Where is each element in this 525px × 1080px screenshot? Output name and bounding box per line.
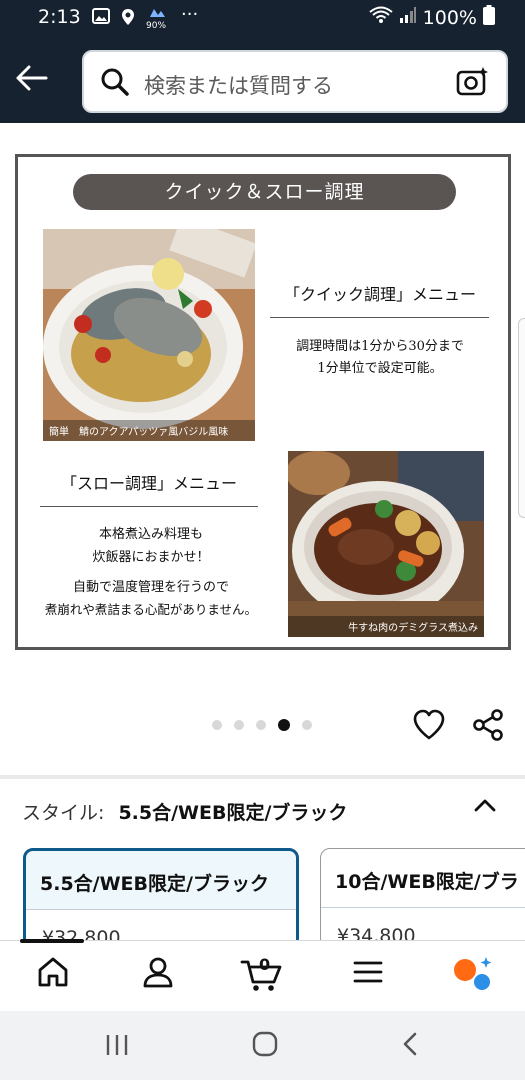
wifi-icon xyxy=(369,6,393,29)
section-divider xyxy=(0,775,525,779)
camera-search-icon[interactable] xyxy=(456,65,490,103)
carousel-dot[interactable] xyxy=(234,720,244,730)
style-selector-row[interactable]: スタイル: 5.5合/WEB限定/ブラック xyxy=(22,798,347,825)
divider xyxy=(270,317,489,318)
divider xyxy=(40,506,258,507)
search-placeholder: 検索または質問する xyxy=(144,74,333,98)
photo1-caption: 簡単 鯖のアクアパッツァ風バジル風味 xyxy=(43,420,255,441)
status-right: 100% xyxy=(369,5,495,30)
option-divider xyxy=(321,907,525,908)
battery-icon xyxy=(483,5,495,30)
menu-icon[interactable] xyxy=(352,955,384,993)
side-panel-handle[interactable] xyxy=(518,318,525,518)
home-icon[interactable] xyxy=(36,955,70,993)
share-icon[interactable] xyxy=(471,708,505,746)
style-option[interactable]: 10合/WEB限定/ブラ ¥34,800 xyxy=(320,848,525,948)
quick-menu-text-1: 調理時間は1分から30分まで xyxy=(296,339,464,354)
system-navigation-bar xyxy=(0,1011,525,1080)
signal-icon xyxy=(399,6,417,29)
home-button-icon[interactable] xyxy=(252,1031,278,1061)
gallery-icon xyxy=(92,8,110,28)
more-notifications-icon: ··· xyxy=(181,4,199,25)
carousel-dot[interactable] xyxy=(256,720,266,730)
product-image[interactable]: クイック＆スロー調理 簡単 鯖のアクアパッツァ風バジル風味 「クイック調理」メニ… xyxy=(15,154,511,650)
search-input[interactable]: 検索または質問する xyxy=(82,50,508,113)
slow-menu-text-1: 本格煮込み料理も xyxy=(98,527,203,542)
option-divider xyxy=(26,909,296,910)
photo-stew-dish: 牛すね肉のデミグラス煮込み xyxy=(288,451,484,637)
banner-title: クイック＆スロー調理 xyxy=(73,174,456,210)
status-bar: 2:13 90% ··· 100% xyxy=(0,0,525,38)
recent-apps-icon[interactable] xyxy=(104,1033,130,1061)
carousel-dot[interactable] xyxy=(302,720,312,730)
slow-menu-text-3: 自動で温度管理を行うので xyxy=(72,580,229,595)
quick-menu-text-2: 1分単位で設定可能。 xyxy=(317,361,443,376)
app-header: 2:13 90% ··· 100% 検索または質問する xyxy=(0,0,525,123)
style-option-selected[interactable]: 5.5合/WEB限定/ブラック ¥32,800 xyxy=(23,848,299,948)
carousel-dots[interactable] xyxy=(212,719,312,731)
quick-menu-heading: 「クイック調理」メニュー xyxy=(283,285,476,304)
account-icon[interactable] xyxy=(141,955,175,993)
carousel-dot[interactable] xyxy=(278,719,290,731)
search-icon xyxy=(100,67,130,101)
slow-menu-text-4: 煮崩れや煮詰まる心配がありません。 xyxy=(44,602,258,617)
active-tab-indicator xyxy=(20,939,84,943)
photo2-caption: 牛すね肉のデミグラス煮込み xyxy=(288,616,484,637)
weather-badge: 90% xyxy=(146,21,167,31)
battery-percent: 100% xyxy=(422,6,477,29)
style-label: スタイル: xyxy=(22,802,105,824)
weather-icon: 90% xyxy=(146,4,168,31)
carousel-dot[interactable] xyxy=(212,720,222,730)
style-option-name: 10合/WEB限定/ブラ xyxy=(335,871,519,893)
rufus-assistant-icon[interactable] xyxy=(452,955,494,995)
style-selected-value: 5.5合/WEB限定/ブラック xyxy=(118,802,348,824)
style-option-name: 5.5合/WEB限定/ブラック xyxy=(40,873,269,895)
cart-count: 0 xyxy=(259,955,271,974)
chevron-up-icon[interactable] xyxy=(472,794,498,820)
wishlist-heart-icon[interactable] xyxy=(412,708,446,746)
back-button-icon[interactable] xyxy=(400,1031,420,1061)
back-arrow-icon[interactable] xyxy=(14,60,54,100)
location-icon xyxy=(121,8,135,30)
status-time: 2:13 xyxy=(38,6,81,28)
slow-menu-text-2: 炊飯器におまかせ！ xyxy=(92,550,210,565)
photo-fish-dish: 簡単 鯖のアクアパッツァ風バジル風味 xyxy=(43,229,255,441)
slow-menu-heading: 「スロー調理」メニュー xyxy=(60,474,237,493)
